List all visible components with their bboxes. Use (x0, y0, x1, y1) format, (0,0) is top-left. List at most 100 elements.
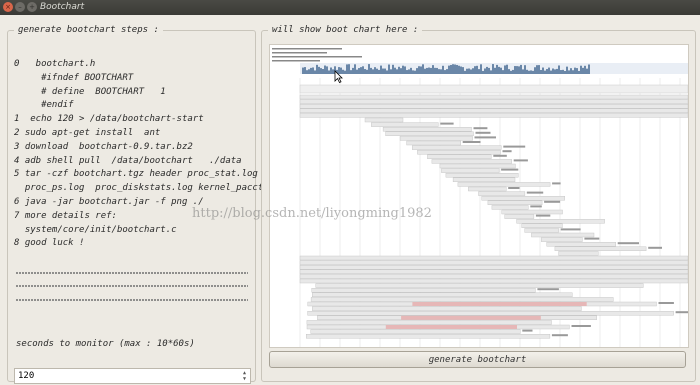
process-label (544, 200, 561, 203)
close-icon[interactable]: × (3, 2, 13, 12)
cpu-bar (484, 68, 486, 74)
process-label (658, 302, 674, 304)
process-bar (299, 274, 688, 279)
cpu-bar (396, 69, 398, 74)
process-bar (411, 145, 502, 150)
cpu-bar (552, 68, 554, 74)
cpu-bar (474, 66, 476, 74)
process-label (440, 122, 454, 125)
cpu-bar (452, 64, 454, 74)
process-label (648, 246, 662, 249)
step-line: 2 sudo apt-get install ant (14, 127, 161, 138)
process-bar (382, 126, 472, 132)
bootchart-graphic (272, 48, 688, 347)
cpu-bar (408, 69, 410, 74)
process-bar (445, 172, 519, 178)
cpu-bar (380, 65, 382, 74)
separator (16, 299, 248, 301)
cpu-bar (514, 66, 516, 74)
process-bar (439, 163, 516, 169)
step-line: proc_ps.log proc_diskstats.log kernel_pa… (14, 183, 264, 194)
cpu-bar (526, 69, 528, 74)
process-label (535, 214, 551, 217)
cpu-bar (478, 69, 480, 74)
step-line: #endif (14, 100, 74, 111)
process-bar (299, 84, 688, 94)
spin-down-icon[interactable]: ▼ (240, 376, 249, 382)
cpu-bar (542, 67, 544, 74)
window-title: Bootchart (40, 2, 85, 12)
cpu-bar (520, 64, 522, 74)
seconds-input[interactable] (18, 370, 218, 381)
process-bar (371, 122, 439, 127)
process-label (503, 145, 526, 148)
process-bar (406, 140, 461, 146)
process-label (584, 237, 600, 240)
cpu-bar (352, 67, 354, 74)
window-controls: × – + (3, 2, 37, 12)
cpu-bar (406, 70, 408, 74)
minimize-icon[interactable]: – (15, 2, 25, 12)
header-line (272, 52, 327, 54)
process-bar (307, 311, 674, 316)
cpu-bar (384, 68, 386, 74)
process-bar (478, 191, 526, 196)
process-io-bar (401, 315, 541, 320)
cpu-bar (306, 70, 308, 74)
process-io-bar (385, 325, 517, 329)
cpu-bar (450, 64, 452, 74)
cpu-bar (462, 67, 464, 74)
process-bar (299, 269, 688, 275)
cpu-bar (540, 69, 542, 74)
cpu-bar (544, 70, 546, 74)
cpu-bar (324, 65, 326, 74)
process-bar (531, 232, 595, 238)
cpu-bar (492, 64, 494, 74)
step-line: 8 good luck ! (14, 238, 85, 249)
cpu-bar (586, 68, 588, 74)
step-line: 4 adb shell pull /data/bootchart ./data (14, 155, 242, 166)
process-bar (501, 209, 563, 215)
cpu-bar (310, 67, 312, 74)
cpu-bar (386, 70, 388, 74)
cpu-bar (360, 67, 362, 74)
cpu-bar (394, 67, 396, 74)
process-label (551, 334, 568, 337)
process-bar (315, 283, 644, 288)
cpu-bar (560, 70, 562, 74)
generate-bootchart-button[interactable]: generate bootchart (269, 351, 686, 368)
process-bar (417, 149, 501, 155)
cpu-bar (532, 70, 534, 74)
cpu-bar (498, 66, 500, 74)
cpu-bar (444, 70, 446, 74)
process-bar (481, 195, 565, 201)
cpu-bar (494, 67, 496, 74)
cpu-bar (564, 70, 566, 74)
cpu-bar (302, 67, 304, 74)
cpu-bar (422, 64, 424, 74)
cpu-bar (578, 70, 580, 74)
process-bar (299, 113, 688, 118)
seconds-spinbox[interactable]: ▲ ▼ (14, 368, 251, 384)
cpu-bar (312, 67, 314, 74)
maximize-icon[interactable]: + (27, 2, 37, 12)
process-bar (491, 205, 529, 210)
cpu-bar (426, 67, 428, 74)
process-bar (524, 228, 559, 233)
mouse-cursor-icon (334, 70, 343, 83)
process-bar (427, 154, 492, 160)
cpu-bar (308, 69, 310, 74)
cpu-bar (554, 69, 556, 74)
cpu-bar (402, 65, 404, 74)
process-label (675, 311, 688, 314)
cpu-bar (522, 69, 524, 74)
process-io-bar (412, 302, 587, 306)
cpu-bar (512, 69, 514, 74)
cpu-bar (558, 65, 560, 74)
cpu-bar (442, 65, 444, 74)
cpu-bar (568, 70, 570, 74)
cpu-bar (420, 66, 422, 74)
title-bar: × – + Bootchart (0, 0, 700, 15)
separator (16, 285, 248, 287)
process-bar (468, 186, 507, 192)
